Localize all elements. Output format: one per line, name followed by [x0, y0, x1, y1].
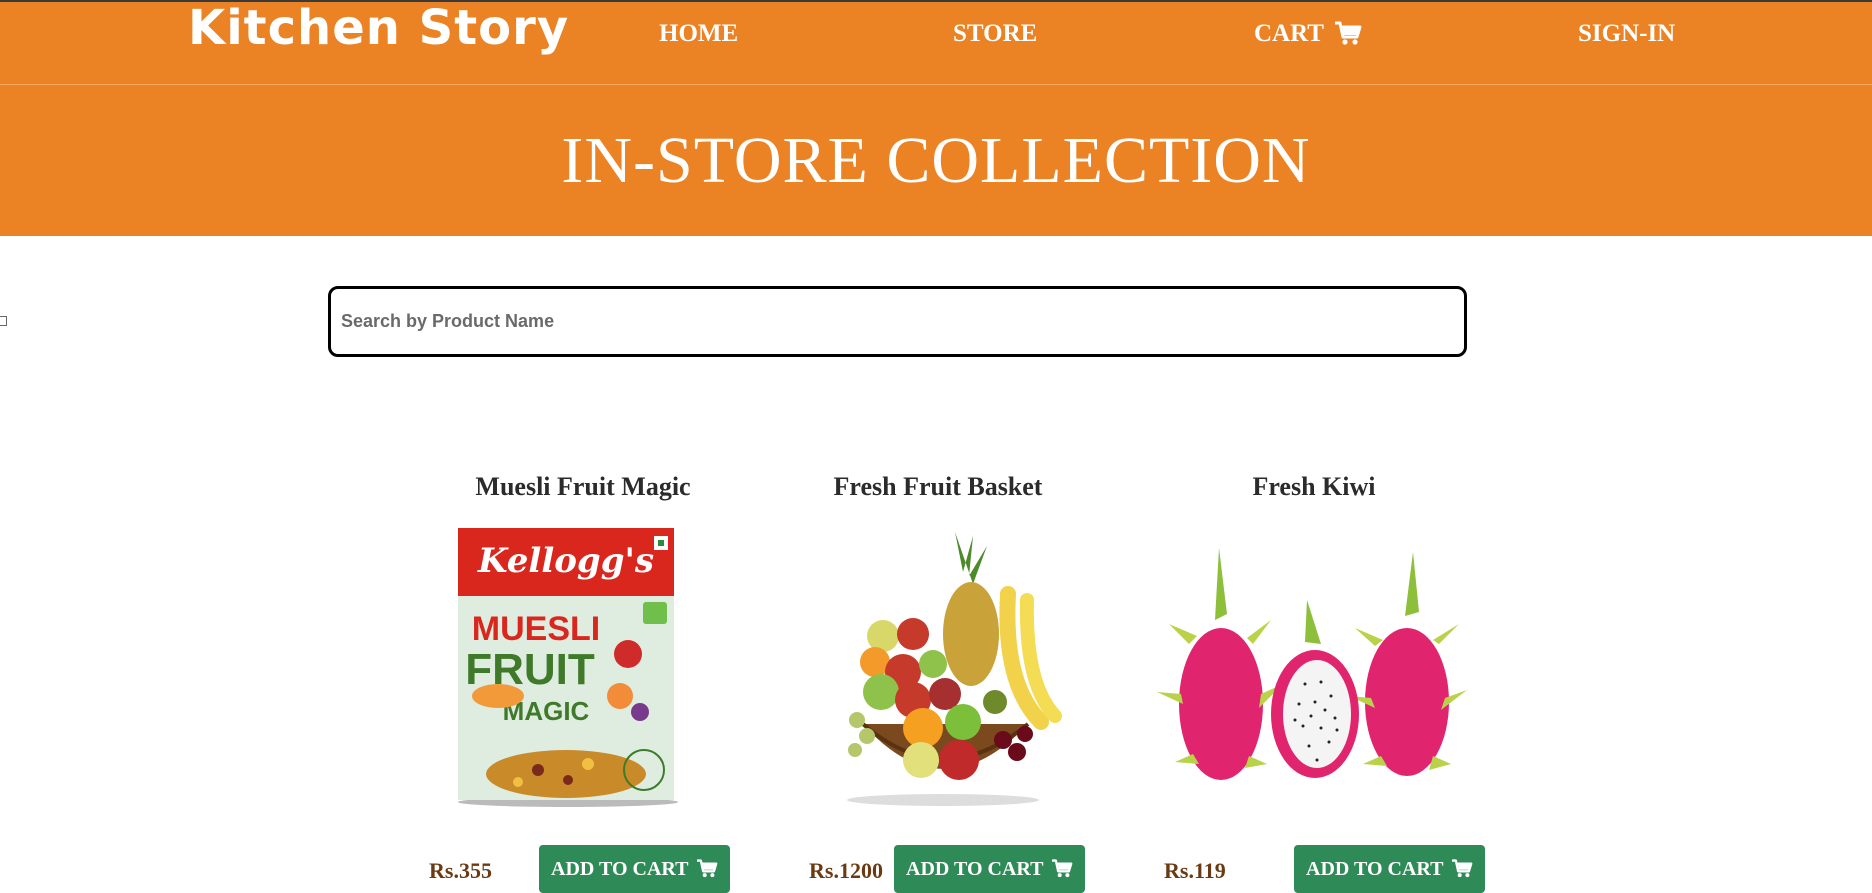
product-title: Fresh Fruit Basket: [833, 472, 1043, 501]
brand-logo[interactable]: Kitchen Story: [188, 0, 569, 56]
box-title-line1: MUESLI: [472, 610, 600, 648]
cart-icon: [697, 859, 718, 878]
product-card-muesli: Muesli Fruit Magic Kellogg's MUESLI FRUI…: [418, 462, 748, 893]
box-brand-text: Kellogg's: [477, 541, 654, 581]
product-price: Rs.355: [429, 858, 492, 883]
nav-home[interactable]: HOME: [659, 20, 738, 48]
page-title: IN-STORE COLLECTION: [561, 123, 1311, 197]
nav-sign-in[interactable]: SIGN-IN: [1578, 20, 1675, 48]
add-to-cart-label: ADD TO CART: [551, 857, 689, 880]
cart-icon: [1052, 859, 1073, 878]
add-to-cart-label: ADD TO CART: [906, 857, 1044, 880]
collection-banner: IN-STORE COLLECTION: [0, 85, 1872, 236]
product-title: Muesli Fruit Magic: [475, 472, 691, 501]
add-to-cart-button[interactable]: ADD TO CART: [539, 845, 731, 893]
product-image-dragon-fruit[interactable]: [1149, 524, 1479, 807]
nav-sign-in-label: SIGN-IN: [1578, 20, 1676, 47]
product-price: Rs.1200: [809, 858, 883, 883]
product-card-fruit-basket: Fresh Fruit Basket Rs.1200 ADD TO CART: [773, 462, 1103, 893]
sidebar-toggle-marker[interactable]: [0, 316, 7, 326]
nav-home-label: HOME: [659, 20, 739, 47]
search-input[interactable]: [328, 286, 1467, 357]
product-price: Rs.119: [1164, 858, 1226, 883]
nav-store[interactable]: STORE: [953, 20, 1037, 48]
product-title: Fresh Kiwi: [1252, 472, 1376, 501]
product-card-kiwi: Fresh Kiwi Rs.119 ADD TO CART: [1149, 462, 1486, 893]
nav-store-label: STORE: [953, 20, 1038, 47]
product-image-muesli[interactable]: Kellogg's MUESLI FRUIT MAGIC: [418, 524, 748, 807]
product-image-fruit-basket[interactable]: [773, 524, 1103, 807]
add-to-cart-button[interactable]: ADD TO CART: [894, 845, 1086, 893]
add-to-cart-label: ADD TO CART: [1306, 857, 1444, 880]
cart-icon: [1334, 21, 1362, 45]
nav-cart-label: CART: [1254, 20, 1324, 47]
nav-cart[interactable]: CART: [1254, 20, 1362, 48]
add-to-cart-button[interactable]: ADD TO CART: [1294, 845, 1486, 893]
navbar: Kitchen Story HOME STORE CART SIGN-IN: [0, 0, 1872, 85]
cart-icon: [1452, 859, 1473, 878]
